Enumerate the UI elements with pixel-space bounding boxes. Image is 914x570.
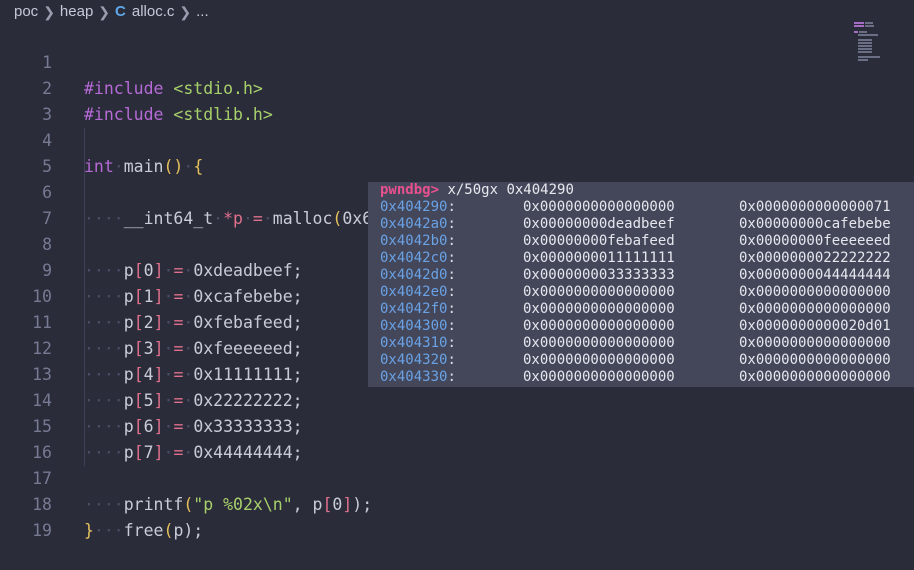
- code-line[interactable]: 2 #include <stdlib.h>: [0, 50, 914, 124]
- chevron-right-icon: ❯: [179, 4, 192, 20]
- memory-row: 0x404300: 0x0000000000000000 0x00000000000…: [380, 318, 891, 334]
- breadcrumb-symbol-ellipsis[interactable]: ...: [196, 2, 209, 22]
- memory-value: 0x0000000000000000: [523, 284, 675, 300]
- memory-value: 0x00000000cafebebe: [739, 216, 891, 232]
- gdb-command: x/50gx 0x404290: [447, 182, 574, 198]
- argument: p: [173, 521, 184, 540]
- memory-value: 0x0000000000000000: [523, 335, 675, 351]
- memory-row: 0x4042b0: 0x00000000febafeed 0x00000000fee…: [380, 233, 891, 249]
- memory-value: 0x0000000022222222: [739, 250, 891, 266]
- memory-address: 0x404320: [380, 352, 448, 368]
- memory-value: 0x0000000000000071: [739, 199, 891, 215]
- breadcrumb-file-alloc[interactable]: alloc.c: [132, 2, 175, 22]
- memory-value: 0x0000000000000000: [523, 199, 675, 215]
- memory-value: 0x0000000000000000: [739, 369, 891, 385]
- breadcrumb-folder-poc[interactable]: poc: [14, 2, 38, 22]
- memory-row: 0x404320: 0x0000000000000000 0x00000000000…: [380, 352, 891, 368]
- memory-address: 0x4042c0: [380, 250, 448, 266]
- memory-address: 0x404330: [380, 369, 448, 385]
- memory-row: 0x4042d0: 0x0000000033333333 0x00000000444…: [380, 267, 891, 283]
- memory-row: 0x4042e0: 0x0000000000000000 0x00000000000…: [380, 284, 891, 300]
- memory-address: 0x404300: [380, 318, 448, 334]
- code-line[interactable]: 6: [0, 154, 914, 202]
- memory-value: 0x0000000000000000: [523, 369, 675, 385]
- gdb-command-line: pwndbg> x/50gx 0x404290: [380, 182, 574, 199]
- memory-value: 0x0000000044444444: [739, 267, 891, 283]
- code-line[interactable]: 16 ····printf("p %02x\n", p[0]);: [0, 414, 914, 514]
- breadcrumb: poc ❯ heap ❯ C alloc.c ❯ ...: [14, 2, 209, 22]
- code-line[interactable]: 18 }: [0, 466, 914, 540]
- memory-row: 0x4042c0: 0x0000000011111111 0x00000000222…: [380, 250, 891, 266]
- memory-value: 0x0000000000000000: [739, 335, 891, 351]
- memory-address: 0x404310: [380, 335, 448, 351]
- pwndbg-prompt: pwndbg>: [380, 182, 440, 198]
- memory-row: 0x404310: 0x0000000000000000 0x00000000000…: [380, 335, 891, 351]
- breadcrumb-folder-heap[interactable]: heap: [60, 2, 93, 22]
- memory-row: 0x4042f0: 0x0000000000000000 0x00000000000…: [380, 301, 891, 317]
- memory-value: 0x0000000000000000: [739, 284, 891, 300]
- code-line[interactable]: 4 int·main()·{: [0, 102, 914, 176]
- memory-value: 0x0000000000000000: [739, 301, 891, 317]
- statement-end: );: [183, 521, 204, 540]
- memory-row: 0x4042a0: 0x00000000deadbeef 0x00000000caf…: [380, 216, 891, 232]
- pwndbg-output-panel: pwndbg> x/50gx 0x404290 0x404290: 0x00000…: [368, 182, 914, 387]
- code-line[interactable]: 15: [0, 388, 914, 436]
- function-call: free: [123, 521, 164, 540]
- code-line[interactable]: 19: [0, 492, 914, 540]
- memory-value: 0x0000000033333333: [523, 267, 675, 283]
- memory-address: 0x404290: [380, 199, 448, 215]
- memory-value: 0x00000000deadbeef: [523, 216, 675, 232]
- brace: }: [84, 521, 94, 540]
- chevron-right-icon: ❯: [98, 4, 111, 20]
- c-file-icon: C: [115, 3, 126, 20]
- code-line[interactable]: 1 #include <stdio.h>: [0, 24, 914, 98]
- memory-value: 0x00000000febafeed: [523, 233, 675, 249]
- memory-value: 0x0000000000000000: [739, 352, 891, 368]
- code-line[interactable]: 3: [0, 76, 914, 124]
- code-line[interactable]: 17 ····free(p);: [0, 440, 914, 540]
- memory-row: 0x404290: 0x0000000000000000 0x00000000000…: [380, 199, 891, 215]
- memory-value: 0x0000000000000000: [523, 301, 675, 317]
- memory-address: 0x4042f0: [380, 301, 448, 317]
- code-line[interactable]: 5 ····__int64_t·*p·=·malloc(0x60);: [0, 128, 914, 228]
- memory-address: 0x4042d0: [380, 267, 448, 283]
- memory-address: 0x4042a0: [380, 216, 448, 232]
- memory-value: 0x00000000feeeeeed: [739, 233, 891, 249]
- memory-value: 0x0000000000000000: [523, 352, 675, 368]
- memory-value: 0x0000000011111111: [523, 250, 675, 266]
- memory-address: 0x4042e0: [380, 284, 448, 300]
- chevron-right-icon: ❯: [43, 4, 55, 20]
- line-number: 19: [32, 521, 52, 540]
- memory-address: 0x4042b0: [380, 233, 448, 249]
- memory-row: 0x404330: 0x0000000000000000 0x00000000000…: [380, 369, 891, 385]
- memory-value: 0x0000000000020d01: [739, 318, 891, 334]
- memory-value: 0x0000000000000000: [523, 318, 675, 334]
